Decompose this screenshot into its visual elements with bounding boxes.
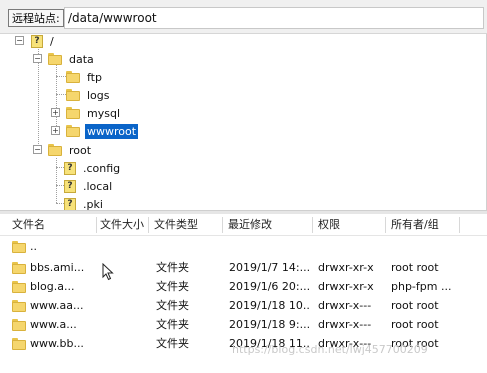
folder-icon xyxy=(12,319,26,331)
unknown-folder-icon: ? xyxy=(64,161,76,175)
remote-site-label: 远程站点: xyxy=(8,9,64,27)
file-owner: root root xyxy=(391,318,439,331)
file-name: bbs.ami... xyxy=(30,261,85,274)
column-header-permissions[interactable]: 权限 xyxy=(316,214,384,236)
file-row[interactable]: www.aa... 文件夹 2019/1/18 10... drwxr-x---… xyxy=(0,296,487,315)
tree-node-label: logs xyxy=(87,88,110,102)
file-name: www.a... xyxy=(30,318,77,331)
tree-node-mysql[interactable]: mysql xyxy=(66,104,122,122)
file-list-header: 文件名 文件大小 文件类型 最近修改 权限 所有者/组 xyxy=(0,214,487,236)
file-modified: 2019/1/18 9:... xyxy=(229,318,311,331)
expand-wwwroot-toggle[interactable]: + xyxy=(51,126,60,135)
tree-node-label: .config xyxy=(83,161,121,175)
tree-node-label: mysql xyxy=(87,106,120,120)
file-modified: 2019/1/7 14:... xyxy=(229,261,311,274)
file-type: 文件夹 xyxy=(156,337,189,350)
file-modified: 2019/1/18 10... xyxy=(229,299,311,312)
tree-node-config[interactable]: ? .config xyxy=(64,159,122,177)
file-row[interactable]: bbs.ami... 文件夹 2019/1/7 14:... drwxr-xr-… xyxy=(0,258,487,277)
collapse-data-toggle[interactable]: − xyxy=(33,54,42,63)
tree-node-label: root xyxy=(69,143,92,157)
file-name: blog.a... xyxy=(30,280,75,293)
folder-icon xyxy=(66,125,80,137)
tree-node-pki[interactable]: ? .pki xyxy=(64,195,105,210)
folder-icon xyxy=(12,300,26,312)
folder-icon xyxy=(66,71,80,83)
column-header-owner[interactable]: 所有者/组 xyxy=(389,214,459,236)
unknown-folder-icon: ? xyxy=(64,179,76,193)
tree-node-root-dir[interactable]: root xyxy=(48,141,93,159)
collapse-root-dir-toggle[interactable]: − xyxy=(33,145,42,154)
file-row-parent[interactable]: .. xyxy=(0,237,487,256)
tree-node-logs[interactable]: logs xyxy=(66,86,112,104)
watermark-text: https://blog.csdn.net/lwj457700209 xyxy=(232,343,428,356)
unknown-folder-icon: ? xyxy=(31,34,43,48)
folder-icon xyxy=(48,144,62,156)
folder-icon xyxy=(48,53,62,65)
remote-directory-tree: − ? / − data ftp logs + mysql + wwwroot … xyxy=(0,34,487,210)
folder-icon xyxy=(12,262,26,274)
collapse-root-toggle[interactable]: − xyxy=(15,36,24,45)
file-permissions: drwxr-xr-x xyxy=(318,261,374,274)
tree-node-data[interactable]: data xyxy=(48,50,96,68)
file-permissions: drwxr-x--- xyxy=(318,299,372,312)
tree-node-label-selected: wwwroot xyxy=(85,123,139,139)
file-name: www.aa... xyxy=(30,299,84,312)
folder-icon xyxy=(12,281,26,293)
file-owner: php-fpm ... xyxy=(391,280,452,293)
folder-icon xyxy=(66,107,80,119)
file-name: .. xyxy=(30,240,37,253)
remote-path-input[interactable]: /data/wwwroot xyxy=(64,7,484,29)
file-modified: 2019/1/6 20:... xyxy=(229,280,311,293)
folder-icon xyxy=(12,241,26,253)
tree-node-local[interactable]: ? .local xyxy=(64,177,114,195)
folder-icon xyxy=(12,338,26,350)
tree-node-ftp[interactable]: ftp xyxy=(66,68,104,86)
tree-node-root[interactable]: ? / xyxy=(31,34,56,50)
tree-node-label: / xyxy=(50,34,54,48)
tree-node-label: data xyxy=(69,52,94,66)
tree-node-wwwroot[interactable]: wwwroot xyxy=(66,122,139,140)
expand-mysql-toggle[interactable]: + xyxy=(51,108,60,117)
file-owner: root root xyxy=(391,299,439,312)
column-header-filesize[interactable]: 文件大小 xyxy=(98,214,148,236)
file-owner: root root xyxy=(391,261,439,274)
column-header-filetype[interactable]: 文件类型 xyxy=(152,214,222,236)
file-type: 文件夹 xyxy=(156,261,189,274)
file-type: 文件夹 xyxy=(156,299,189,312)
file-permissions: drwxr-x--- xyxy=(318,318,372,331)
mouse-cursor-icon xyxy=(102,263,114,281)
tree-node-label: .pki xyxy=(83,197,103,211)
tree-node-label: .local xyxy=(83,179,113,193)
file-type: 文件夹 xyxy=(156,318,189,331)
folder-icon xyxy=(66,89,80,101)
remote-site-bar: 远程站点: /data/wwwroot xyxy=(0,0,487,34)
file-name: www.bb... xyxy=(30,337,84,350)
file-type: 文件夹 xyxy=(156,280,189,293)
file-row[interactable]: www.a... 文件夹 2019/1/18 9:... drwxr-x--- … xyxy=(0,315,487,334)
unknown-folder-icon: ? xyxy=(64,197,76,210)
tree-node-label: ftp xyxy=(87,70,102,84)
column-header-filename[interactable]: 文件名 xyxy=(10,214,98,236)
file-permissions: drwxr-xr-x xyxy=(318,280,374,293)
file-row[interactable]: blog.a... 文件夹 2019/1/6 20:... drwxr-xr-x… xyxy=(0,277,487,296)
column-header-modified[interactable]: 最近修改 xyxy=(226,214,310,236)
